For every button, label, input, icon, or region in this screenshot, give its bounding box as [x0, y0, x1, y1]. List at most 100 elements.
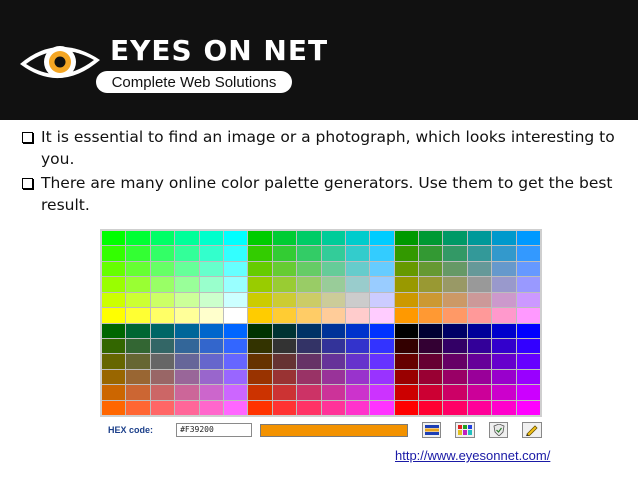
color-swatch[interactable]: [248, 308, 272, 323]
color-swatch[interactable]: [370, 338, 394, 354]
color-swatch[interactable]: [370, 323, 394, 338]
color-swatch[interactable]: [102, 277, 126, 292]
color-swatch[interactable]: [345, 400, 370, 415]
color-swatch[interactable]: [443, 292, 467, 308]
color-swatch[interactable]: [467, 323, 492, 338]
color-swatch[interactable]: [321, 385, 345, 400]
color-swatch[interactable]: [516, 354, 540, 369]
color-swatch[interactable]: [419, 385, 443, 400]
color-swatch[interactable]: [443, 261, 467, 277]
color-swatch[interactable]: [175, 354, 199, 369]
color-swatch[interactable]: [516, 261, 540, 277]
color-swatch[interactable]: [467, 308, 492, 323]
website-link[interactable]: http://www.eyesonnet.com/: [395, 448, 550, 463]
color-swatch[interactable]: [443, 277, 467, 292]
color-swatch[interactable]: [248, 277, 272, 292]
color-swatch[interactable]: [272, 292, 297, 308]
color-swatch[interactable]: [199, 385, 223, 400]
color-swatch[interactable]: [126, 246, 150, 261]
color-swatch[interactable]: [443, 323, 467, 338]
color-swatch[interactable]: [321, 292, 345, 308]
color-swatch[interactable]: [199, 308, 223, 323]
color-swatch[interactable]: [297, 385, 321, 400]
color-swatch[interactable]: [297, 231, 321, 246]
color-swatch[interactable]: [199, 354, 223, 369]
color-swatch[interactable]: [321, 261, 345, 277]
color-swatch[interactable]: [223, 261, 248, 277]
color-swatch[interactable]: [370, 231, 394, 246]
color-swatch[interactable]: [443, 385, 467, 400]
color-swatch[interactable]: [467, 231, 492, 246]
color-swatch[interactable]: [419, 292, 443, 308]
color-swatch[interactable]: [394, 231, 419, 246]
color-swatch[interactable]: [370, 261, 394, 277]
color-swatch[interactable]: [150, 369, 175, 385]
color-swatch[interactable]: [150, 338, 175, 354]
color-swatch[interactable]: [102, 246, 126, 261]
color-swatch[interactable]: [467, 246, 492, 261]
color-swatch[interactable]: [175, 261, 199, 277]
color-swatch[interactable]: [370, 308, 394, 323]
color-swatch[interactable]: [175, 369, 199, 385]
color-swatch[interactable]: [272, 338, 297, 354]
color-swatch[interactable]: [516, 400, 540, 415]
color-swatch[interactable]: [223, 400, 248, 415]
color-swatch[interactable]: [516, 338, 540, 354]
color-swatch[interactable]: [516, 292, 540, 308]
shield-check-button[interactable]: [488, 422, 509, 438]
color-swatch[interactable]: [297, 323, 321, 338]
color-swatch[interactable]: [102, 338, 126, 354]
color-swatch[interactable]: [443, 231, 467, 246]
color-swatch[interactable]: [248, 323, 272, 338]
color-swatch[interactable]: [150, 400, 175, 415]
color-bars-button[interactable]: [421, 422, 442, 438]
color-swatch[interactable]: [297, 369, 321, 385]
color-swatch[interactable]: [467, 292, 492, 308]
color-swatch[interactable]: [419, 338, 443, 354]
color-swatch[interactable]: [199, 261, 223, 277]
color-swatch[interactable]: [126, 338, 150, 354]
color-swatch[interactable]: [345, 261, 370, 277]
color-swatch[interactable]: [321, 246, 345, 261]
color-swatch[interactable]: [516, 277, 540, 292]
color-swatch[interactable]: [272, 231, 297, 246]
color-swatch[interactable]: [102, 400, 126, 415]
color-swatch[interactable]: [321, 338, 345, 354]
color-swatch[interactable]: [126, 231, 150, 246]
color-swatch[interactable]: [419, 277, 443, 292]
color-swatch[interactable]: [467, 369, 492, 385]
color-swatch[interactable]: [102, 385, 126, 400]
color-swatch[interactable]: [102, 231, 126, 246]
color-swatch[interactable]: [443, 354, 467, 369]
color-swatch[interactable]: [199, 338, 223, 354]
color-swatch[interactable]: [272, 385, 297, 400]
color-swatch[interactable]: [345, 385, 370, 400]
color-swatch[interactable]: [345, 231, 370, 246]
color-swatch[interactable]: [321, 323, 345, 338]
color-swatch[interactable]: [297, 308, 321, 323]
color-swatch[interactable]: [492, 400, 516, 415]
color-swatch[interactable]: [102, 323, 126, 338]
color-swatch[interactable]: [419, 369, 443, 385]
color-swatch[interactable]: [321, 400, 345, 415]
color-swatch[interactable]: [370, 369, 394, 385]
color-swatch[interactable]: [150, 354, 175, 369]
color-swatch[interactable]: [394, 354, 419, 369]
color-swatch[interactable]: [199, 231, 223, 246]
color-swatch[interactable]: [516, 246, 540, 261]
color-swatch[interactable]: [150, 246, 175, 261]
color-swatch[interactable]: [272, 323, 297, 338]
color-swatch[interactable]: [467, 385, 492, 400]
color-swatch[interactable]: [102, 292, 126, 308]
color-swatch[interactable]: [175, 338, 199, 354]
color-swatch[interactable]: [345, 354, 370, 369]
color-swatch[interactable]: [126, 292, 150, 308]
color-swatch[interactable]: [492, 385, 516, 400]
color-swatch[interactable]: [272, 261, 297, 277]
color-swatch[interactable]: [297, 261, 321, 277]
color-swatch[interactable]: [199, 323, 223, 338]
color-swatch[interactable]: [394, 292, 419, 308]
color-swatch[interactable]: [248, 231, 272, 246]
color-swatch[interactable]: [272, 400, 297, 415]
color-swatch[interactable]: [199, 277, 223, 292]
